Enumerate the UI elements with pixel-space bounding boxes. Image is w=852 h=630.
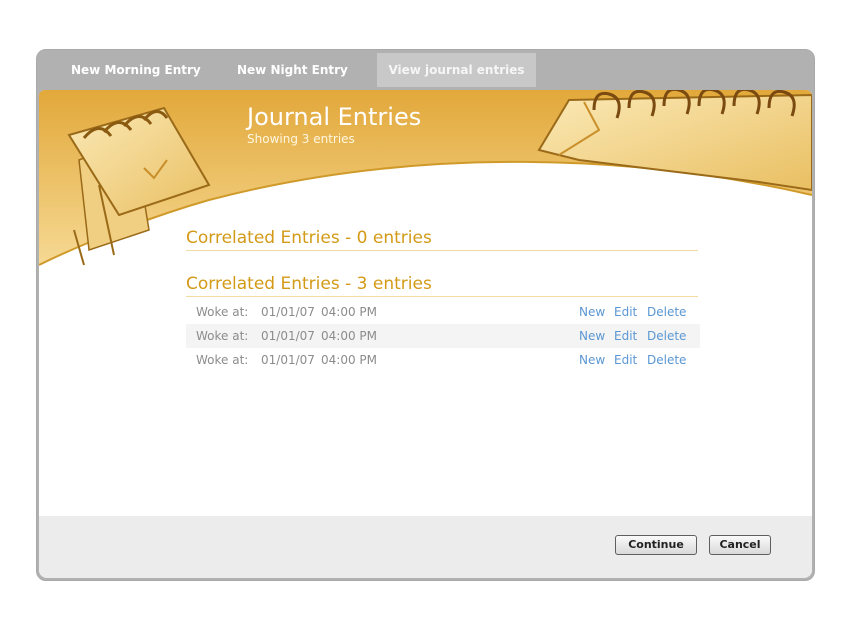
entry-date: 01/01/07 [261,329,315,343]
entries-content: Correlated Entries - 0 entries Correlate… [186,226,700,372]
continue-button[interactable]: Continue [615,535,697,555]
list-item: Woke at: 01/01/07 04:00 PM New Edit Dele… [186,348,700,372]
entry-label: Woke at: [196,305,249,319]
entries-list: Woke at: 01/01/07 04:00 PM New Edit Dele… [186,300,700,372]
section-divider [186,296,698,297]
new-link[interactable]: New [579,300,605,324]
cancel-button[interactable]: Cancel [709,535,771,555]
section-divider [186,250,698,251]
entry-time: 04:00 PM [321,329,377,343]
page-title: Journal Entries [247,103,422,131]
delete-link[interactable]: Delete [647,300,686,324]
content-panel: Journal Entries Showing 3 entries Correl… [39,90,812,578]
app-window: New Morning Entry New Night Entry View j… [36,49,815,581]
section-title-correlated-3: Correlated Entries - 3 entries [186,274,432,294]
new-link[interactable]: New [579,324,605,348]
spiral-notebook-illustration [537,90,812,192]
list-item: Woke at: 01/01/07 04:00 PM New Edit Dele… [186,324,700,348]
entry-time: 04:00 PM [321,305,377,319]
entry-time: 04:00 PM [321,353,377,367]
edit-link[interactable]: Edit [614,348,637,372]
tab-new-morning-entry[interactable]: New Morning Entry [59,53,221,87]
section-title-correlated-0: Correlated Entries - 0 entries [186,228,432,248]
tab-view-journal-entries[interactable]: View journal entries [377,53,536,87]
delete-link[interactable]: Delete [647,348,686,372]
page-subtitle: Showing 3 entries [247,132,355,146]
tab-new-night-entry[interactable]: New Night Entry [225,53,367,87]
new-link[interactable]: New [579,348,605,372]
entry-label: Woke at: [196,353,249,367]
entry-label: Woke at: [196,329,249,343]
delete-link[interactable]: Delete [647,324,686,348]
list-item: Woke at: 01/01/07 04:00 PM New Edit Dele… [186,300,700,324]
edit-link[interactable]: Edit [614,300,637,324]
footer-bar: Continue Cancel [39,516,812,578]
entry-date: 01/01/07 [261,353,315,367]
tab-bar: New Morning Entry New Night Entry View j… [37,50,814,90]
edit-link[interactable]: Edit [614,324,637,348]
entry-date: 01/01/07 [261,305,315,319]
